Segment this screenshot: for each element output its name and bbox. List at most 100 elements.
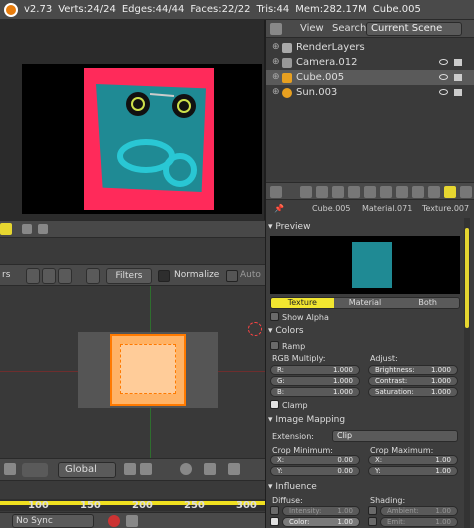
expand-icon[interactable]: ⊕ — [272, 55, 280, 70]
crop-min-x-field[interactable]: X: 0.00 — [270, 455, 360, 465]
layers-icon[interactable] — [140, 463, 152, 475]
pivot-icon[interactable] — [22, 463, 48, 477]
uv-view[interactable] — [0, 286, 265, 458]
expand-icon[interactable]: ⊕ — [272, 70, 280, 85]
intensity-value: 1.00 — [337, 507, 353, 515]
properties-scrollbar[interactable] — [464, 218, 470, 528]
snap-icon[interactable] — [124, 463, 136, 475]
breadcrumb-object: Cube.005 — [312, 204, 351, 213]
render-visibility-icon[interactable] — [454, 74, 462, 81]
auto-checkbox[interactable] — [226, 270, 238, 282]
visibility-icon[interactable] — [439, 59, 448, 65]
brightness-field[interactable]: Brightness: 1.000 — [368, 365, 458, 375]
layers-tab-icon[interactable] — [316, 186, 328, 198]
crop-min-y-field[interactable]: Y: 0.00 — [270, 466, 360, 476]
render-tab-icon[interactable] — [300, 186, 312, 198]
outliner-row[interactable]: ⊕ Sun.003 — [266, 85, 474, 100]
b-field[interactable]: B: 1.000 — [270, 387, 360, 397]
zoom-icon[interactable] — [86, 268, 100, 284]
camera-icon[interactable] — [228, 463, 240, 475]
influence-panel-header[interactable]: ▾ Influence — [268, 480, 464, 494]
r-field[interactable]: R: 1.000 — [270, 365, 360, 375]
close-icon[interactable] — [38, 224, 48, 234]
person-icon[interactable] — [26, 268, 40, 284]
view-icon[interactable] — [4, 463, 16, 475]
data-tab-icon[interactable] — [412, 186, 424, 198]
ambient-field[interactable]: Ambient: 1.00 — [380, 506, 458, 516]
cursor-icon[interactable] — [248, 322, 262, 336]
render-icon[interactable] — [180, 463, 192, 475]
tick-200: 200 — [132, 500, 153, 511]
crop-max-x-field[interactable]: X: 1.00 — [368, 455, 458, 465]
extension-selector[interactable]: Clip — [332, 430, 458, 442]
g-field[interactable]: G: 1.000 — [270, 376, 360, 386]
modifiers-tab-icon[interactable] — [396, 186, 408, 198]
header-label: rs — [2, 270, 11, 280]
grid-icon[interactable] — [204, 463, 216, 475]
intensity-field[interactable]: Intensity: 1.00 — [282, 506, 360, 516]
outliner-row[interactable]: ⊕ RenderLayers — [266, 40, 474, 55]
color-factor-field[interactable]: Color: 1.00 — [282, 517, 360, 527]
target-icon[interactable] — [58, 268, 72, 284]
filters-button[interactable]: Filters — [106, 268, 152, 284]
ramp-checkbox[interactable] — [270, 341, 279, 350]
contrast-field[interactable]: Contrast: 1.000 — [368, 376, 458, 386]
slot-icon[interactable] — [0, 223, 12, 235]
record-icon[interactable] — [108, 515, 120, 527]
outliner-row[interactable]: ⊕ Cube.005 — [266, 70, 474, 85]
clamp-checkbox[interactable] — [270, 400, 279, 409]
pin-icon[interactable] — [22, 224, 32, 234]
normalize-checkbox[interactable] — [158, 270, 170, 282]
timeline[interactable]: 100 150 200 250 300 — [0, 480, 265, 512]
scene-tab-icon[interactable] — [332, 186, 344, 198]
preview-texture-tab[interactable]: Texture — [271, 298, 334, 308]
pin-icon[interactable]: 📌 — [274, 204, 284, 213]
emit-checkbox[interactable] — [368, 517, 377, 526]
select-icon[interactable] — [42, 268, 56, 284]
preview-material-tab[interactable]: Material — [333, 298, 397, 308]
saturation-field[interactable]: Saturation: 1.000 — [368, 387, 458, 397]
blender-logo-icon[interactable] — [4, 2, 18, 17]
show-alpha-checkbox[interactable] — [270, 312, 279, 321]
crop-max-y-field[interactable]: Y: 1.00 — [368, 466, 458, 476]
render-visibility-icon[interactable] — [454, 59, 462, 66]
texture-tab-icon[interactable] — [444, 186, 456, 198]
constraints-tab-icon[interactable] — [380, 186, 392, 198]
render-view[interactable] — [0, 20, 265, 220]
render-visibility-icon[interactable] — [454, 89, 462, 96]
context-breadcrumb: 📌 Cube.005 Material.071 Texture.007 — [266, 200, 474, 218]
view-menu[interactable]: View — [300, 23, 324, 34]
colors-title: Colors — [275, 326, 304, 336]
ambient-checkbox[interactable] — [368, 506, 377, 515]
world-tab-icon[interactable] — [348, 186, 360, 198]
sync-selector[interactable]: No Sync — [12, 514, 94, 528]
tick-150: 150 — [80, 500, 101, 511]
expand-icon[interactable]: ⊕ — [272, 40, 280, 55]
editor-type-icon[interactable] — [270, 23, 282, 35]
outliner[interactable]: ⊕ RenderLayers ⊕ Camera.012 ⊕ Cube.005 ⊕… — [266, 38, 474, 180]
material-tab-icon[interactable] — [428, 186, 440, 198]
outliner-row[interactable]: ⊕ Camera.012 — [266, 55, 474, 70]
search-menu[interactable]: Search — [332, 23, 366, 34]
physics-tab-icon[interactable] — [460, 186, 472, 198]
visibility-icon[interactable] — [439, 89, 448, 95]
emit-field[interactable]: Emit: 1.00 — [380, 517, 458, 527]
colors-panel-header[interactable]: ▾ Colors — [268, 324, 464, 338]
b-value: 1.000 — [332, 388, 353, 396]
object-tab-icon[interactable] — [364, 186, 376, 198]
mapping-panel-header[interactable]: ▾ Image Mapping — [268, 413, 464, 427]
scrollbar-thumb[interactable] — [465, 228, 469, 328]
color-checkbox[interactable] — [270, 517, 279, 526]
uv-inner-face[interactable] — [120, 344, 176, 394]
keying-icon[interactable] — [126, 515, 138, 527]
intensity-checkbox[interactable] — [270, 506, 279, 515]
orientation-selector[interactable]: Global — [58, 462, 116, 478]
clamp-label: Clamp — [282, 401, 308, 410]
cube-icon — [282, 73, 292, 83]
expand-icon[interactable]: ⊕ — [272, 85, 280, 100]
visibility-icon[interactable] — [439, 74, 448, 80]
preview-both-tab[interactable]: Both — [396, 298, 459, 308]
preview-panel-header[interactable]: ▾ Preview — [268, 220, 464, 234]
scene-display-selector[interactable]: Current Scene — [366, 22, 462, 36]
editor-type-icon[interactable] — [270, 186, 282, 198]
